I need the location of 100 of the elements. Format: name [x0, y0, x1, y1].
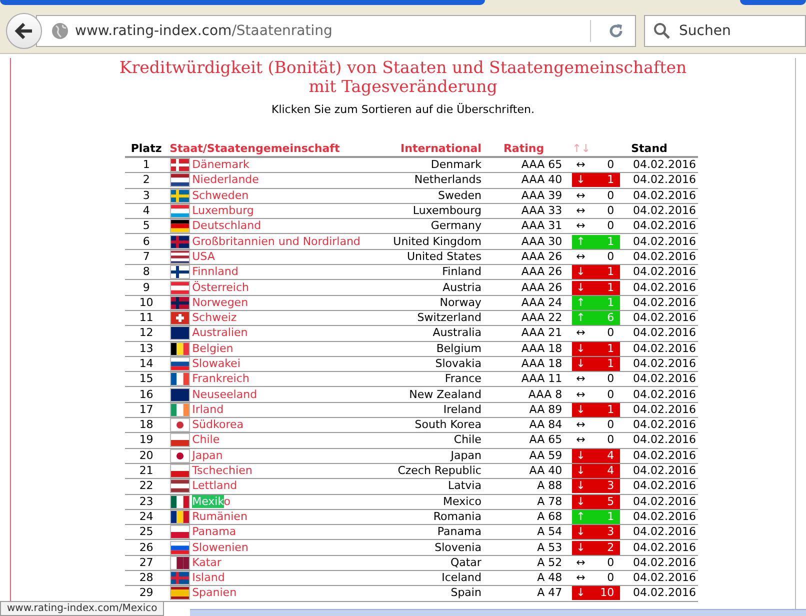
- country-link[interactable]: Dänemark: [192, 158, 250, 172]
- change-indicator: ↔ 0: [575, 388, 616, 402]
- rank-text: 5: [142, 219, 150, 232]
- country-link[interactable]: Spanien: [192, 586, 237, 600]
- change-indicator: ↓ 1: [572, 402, 620, 417]
- flag-icon: [170, 464, 190, 478]
- country-link[interactable]: Australien: [192, 326, 248, 340]
- date-text: 04.02.2016: [633, 525, 696, 538]
- country-link[interactable]: Luxemburg: [192, 204, 254, 218]
- page-subtitle: mit Tagesveränderung: [308, 77, 498, 96]
- sort-link[interactable]: International: [400, 142, 482, 155]
- address-bar[interactable]: www.rating-index.com/Staatenrating: [36, 14, 636, 46]
- date-text: 04.02.2016: [633, 219, 696, 232]
- country-link[interactable]: Lettland: [192, 479, 238, 492]
- rating-text: AAA 30: [521, 234, 562, 248]
- flag-icon: [170, 265, 190, 280]
- sort-link[interactable]: Staat/Staatengemeinschaft: [170, 142, 340, 155]
- country-link[interactable]: Irland: [192, 402, 224, 416]
- country-link[interactable]: Chile: [192, 433, 220, 446]
- country-link[interactable]: Island: [192, 571, 225, 584]
- date-text: 04.02.2016: [633, 311, 696, 324]
- country-link[interactable]: Japan: [192, 448, 223, 462]
- country-link[interactable]: Norwegen: [192, 296, 248, 309]
- country-name: Norway: [440, 296, 482, 309]
- flag-icon: [170, 280, 190, 295]
- country-link[interactable]: Südkorea: [192, 418, 244, 432]
- flag-icon: [170, 372, 190, 386]
- country-link[interactable]: Finnland: [192, 265, 238, 278]
- rating-text: AAA 8: [528, 388, 562, 401]
- country-link[interactable]: Panama: [192, 525, 236, 538]
- country-link[interactable]: Slowenien: [192, 540, 248, 554]
- country-name: Germany: [430, 219, 482, 232]
- reload-icon[interactable]: [607, 22, 625, 40]
- rank-text: 21: [139, 464, 154, 478]
- country-link[interactable]: Schweiz: [192, 311, 237, 324]
- flag-icon: [170, 173, 190, 188]
- country-link[interactable]: USA: [192, 250, 215, 263]
- flag-icon: [170, 234, 190, 249]
- rating-text: A 53: [537, 540, 562, 554]
- country-link[interactable]: Tschechien: [192, 464, 252, 478]
- flag-icon: [170, 357, 190, 371]
- change-indicator: ↑ 1: [572, 510, 620, 524]
- rank-text: 14: [139, 357, 154, 370]
- country-link[interactable]: Großbritannien und Nordirland: [192, 234, 360, 248]
- country-name: United Kingdom: [393, 234, 482, 248]
- date-text: 04.02.2016: [633, 342, 696, 355]
- rank-text: 8: [142, 265, 150, 278]
- date-text: 04.02.2016: [633, 494, 696, 508]
- rating-text: AAA 21: [521, 326, 562, 340]
- country-link[interactable]: Slowakei: [192, 357, 240, 370]
- country-link[interactable]: Rumänien: [192, 510, 248, 523]
- rating-text: A 78: [537, 494, 562, 508]
- change-indicator: ↔ 0: [575, 250, 616, 264]
- change-indicator: ↔ 0: [575, 326, 616, 340]
- rank-text: 17: [139, 402, 154, 416]
- rank-text: 12: [139, 326, 154, 340]
- change-indicator: ↓ 1: [572, 280, 620, 295]
- country-link[interactable]: Neuseeland: [192, 388, 258, 401]
- search-input[interactable]: Suchen: [677, 22, 771, 40]
- date-text: 04.02.2016: [633, 433, 696, 446]
- search-icon: [653, 22, 671, 40]
- country-link[interactable]: Niederlande: [192, 173, 259, 186]
- country-name: Ireland: [443, 402, 482, 416]
- country-name: Czech Republic: [398, 464, 482, 478]
- country-name: Mexico: [443, 494, 482, 508]
- rank-text: 16: [139, 388, 154, 401]
- country-link[interactable]: Belgien: [192, 342, 234, 355]
- country-name: Chile: [454, 433, 482, 446]
- flag-icon: [170, 204, 190, 218]
- date-text: 04.02.2016: [633, 326, 696, 340]
- country-name: Finland: [442, 265, 482, 278]
- change-indicator: ↓ 3: [572, 525, 620, 540]
- country-name: Slovakia: [435, 357, 482, 370]
- search-field[interactable]: Suchen: [644, 14, 806, 46]
- rank-text: 3: [142, 188, 150, 202]
- country-name: Romania: [433, 510, 482, 523]
- country-link[interactable]: Österreich: [192, 280, 250, 294]
- country-name: Belgium: [436, 342, 482, 355]
- country-link[interactable]: Katar: [192, 556, 222, 569]
- date-text: 04.02.2016: [633, 464, 696, 478]
- country-link[interactable]: Schweden: [192, 188, 249, 202]
- country-name: United States: [406, 250, 482, 263]
- rating-text: A 47: [537, 586, 562, 600]
- flag-icon: [170, 296, 190, 310]
- flag-icon: [170, 479, 190, 494]
- date-text: 04.02.2016: [633, 250, 696, 263]
- flag-icon: [170, 556, 190, 570]
- country-name: Slovenia: [434, 540, 482, 554]
- country-link[interactable]: Frankreich: [192, 372, 250, 386]
- country-link[interactable]: Deutschland: [192, 219, 262, 232]
- country-name: Australia: [432, 326, 482, 340]
- change-indicator: ↔ 0: [575, 372, 616, 386]
- back-button[interactable]: [6, 12, 42, 48]
- horizontal-scrollbar[interactable]: [190, 609, 806, 616]
- rating-text: AA 40: [529, 464, 562, 478]
- change-indicator: ↑ 6: [572, 311, 620, 326]
- country-name: Switzerland: [417, 311, 482, 324]
- rank-text: 13: [139, 342, 154, 355]
- rank-text: 10: [139, 296, 154, 309]
- sort-link[interactable]: Rating: [503, 142, 544, 155]
